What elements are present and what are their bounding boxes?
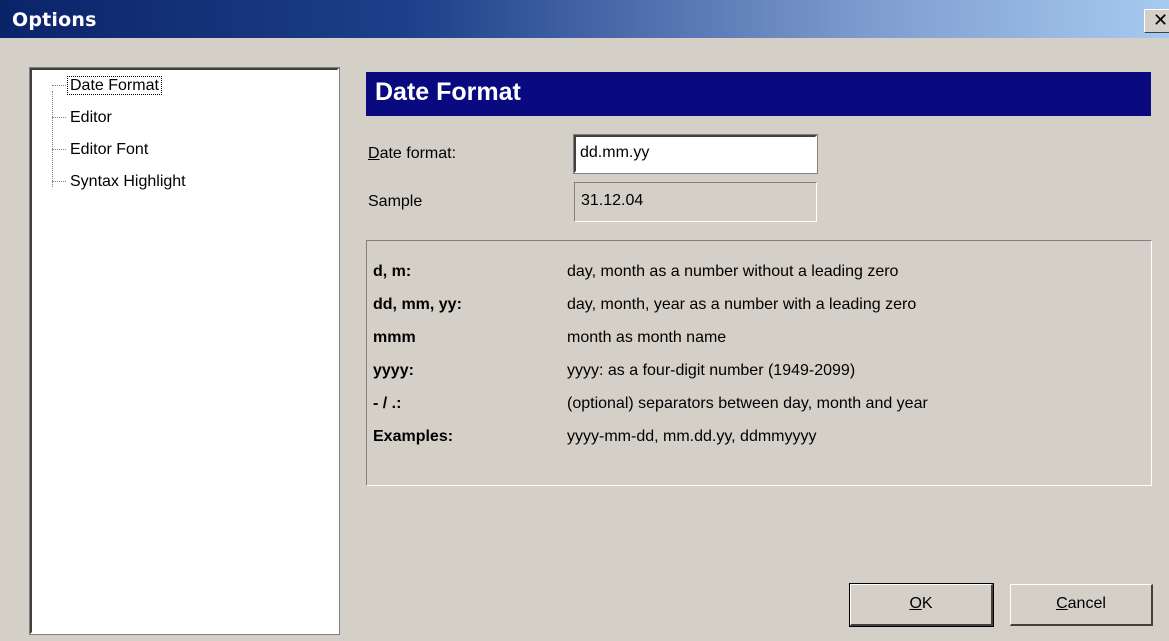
tree-connector	[52, 180, 66, 183]
close-button[interactable]: ✕	[1144, 9, 1169, 33]
cancel-button[interactable]: Cancel	[1010, 584, 1153, 626]
date-format-label-rest: ate format:	[379, 145, 457, 162]
help-key: yyyy:	[373, 362, 414, 379]
options-dialog: Options ✕ Date Format Editor Editor Font…	[0, 0, 1169, 641]
title-bar[interactable]: Options ✕	[0, 0, 1169, 38]
tree-item-label: Syntax Highlight	[70, 173, 186, 190]
help-key: - / .:	[373, 395, 402, 412]
help-desc: day, month, year as a number with a lead…	[567, 296, 917, 313]
help-key: dd, mm, yy:	[373, 296, 462, 313]
tree-item-editor-font[interactable]: Editor Font	[52, 138, 150, 164]
help-key: Examples:	[373, 428, 454, 445]
tree-item-syntax-highlight[interactable]: Syntax Highlight	[52, 170, 188, 196]
tree-connector	[52, 84, 66, 87]
ok-mnemonic: O	[909, 595, 922, 612]
tree-item-editor[interactable]: Editor	[52, 106, 114, 132]
window-title: Options	[12, 9, 97, 31]
date-format-mnemonic: D	[368, 145, 380, 162]
help-desc: (optional) separators between day, month…	[567, 395, 928, 412]
help-desc: day, month as a number without a leading…	[567, 263, 899, 280]
options-tree[interactable]: Date Format Editor Editor Font Syntax Hi…	[29, 67, 340, 635]
sample-label: Sample	[368, 193, 423, 210]
cancel-label-rest: ancel	[1067, 595, 1106, 612]
tree-connector	[52, 148, 66, 151]
format-help-box: d, m: day, month as a number without a l…	[365, 239, 1153, 487]
close-icon: ✕	[1153, 10, 1169, 31]
ok-button[interactable]: OK	[849, 583, 994, 627]
ok-label-rest: K	[921, 595, 933, 612]
help-desc: month as month name	[567, 329, 727, 346]
date-format-input[interactable]: dd.mm.yy	[573, 134, 818, 174]
help-desc: yyyy-mm-dd, mm.dd.yy, ddmmyyyy	[567, 428, 817, 445]
tree-connector	[52, 116, 66, 119]
help-key: mmm	[373, 329, 416, 346]
tree-item-date-format[interactable]: Date Format	[52, 74, 162, 100]
tree-item-label: Date Format	[67, 76, 162, 95]
tree-item-label: Editor Font	[70, 141, 149, 158]
help-desc: yyyy: as a four-digit number (1949-2099)	[567, 362, 856, 379]
section-header: Date Format	[366, 72, 1151, 116]
help-key: d, m:	[373, 263, 412, 280]
section-title: Date Format	[375, 78, 521, 106]
cancel-mnemonic: C	[1056, 595, 1068, 612]
sample-field: 31.12.04	[574, 182, 817, 222]
tree-item-label: Editor	[70, 109, 112, 126]
date-format-label: Date format:	[368, 145, 456, 163]
